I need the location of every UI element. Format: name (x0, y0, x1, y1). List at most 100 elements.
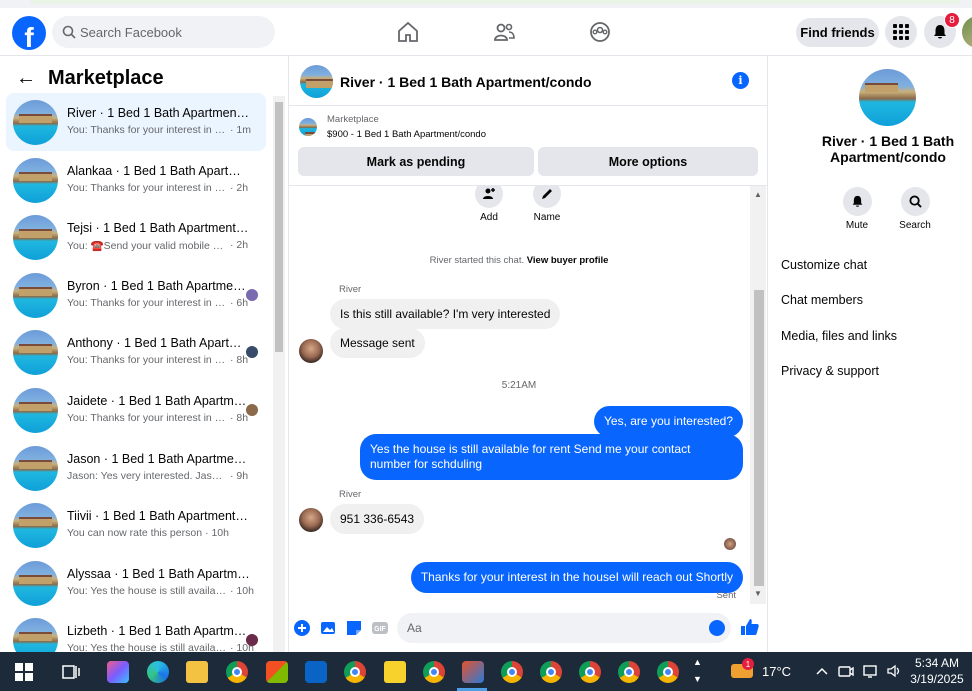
customize-chat-link[interactable]: Customize chat (781, 258, 867, 272)
marketplace-title: Marketplace (48, 66, 164, 89)
conversation-preview: You: Thanks for your interest in the hou… (67, 296, 227, 309)
mark-as-pending-button[interactable]: Mark as pending (298, 147, 534, 176)
file-explorer-icon[interactable] (186, 661, 208, 683)
gif-icon[interactable]: GIF (371, 619, 389, 637)
network-icon[interactable] (862, 663, 878, 679)
chat-title[interactable]: River · 1 Bed 1 Bath Apartment/condo (340, 74, 592, 90)
search-in-chat-action[interactable]: Search (890, 187, 940, 231)
sticky-notes-icon[interactable] (384, 661, 406, 683)
profile-avatar[interactable] (962, 16, 972, 48)
conversation-item[interactable]: River · 1 Bed 1 Bath Apartment/condo You:… (6, 93, 266, 151)
conversation-item[interactable]: Byron · 1 Bed 1 Bath Apartment/condo You:… (6, 266, 266, 324)
chrome-icon[interactable] (618, 661, 640, 683)
conversation-item[interactable]: Lizbeth · 1 Bed 1 Bath Apartment/condo Yo… (6, 611, 266, 652)
scroll-down-icon[interactable]: ▼ (754, 589, 762, 598)
conversation-thumbnail (13, 618, 58, 652)
incoming-message[interactable]: Message sent (330, 328, 425, 358)
temperature-label[interactable]: 17°C (762, 664, 791, 679)
find-friends-button[interactable]: Find friends (796, 18, 879, 47)
thumbs-up-icon[interactable] (740, 617, 760, 637)
conversation-item[interactable]: Alankaa · 1 Bed 1 Bath Apartment/condo Yo… (6, 151, 266, 209)
bell-icon (852, 195, 862, 207)
friends-icon[interactable] (492, 20, 516, 44)
sidebar-scrollbar[interactable] (273, 96, 285, 652)
mute-action[interactable]: Mute (832, 187, 882, 231)
outgoing-message[interactable]: Yes the house is still available for ren… (360, 434, 743, 480)
quick-name-action[interactable]: Name (533, 186, 561, 223)
task-view-icon[interactable] (62, 663, 80, 681)
outgoing-message[interactable]: Yes, are you interested? (594, 406, 743, 437)
thread-scrollbar[interactable]: ▲ ▼ (750, 186, 766, 604)
conversation-name: Tiivii · 1 Bed 1 Bath Apartment/condo (67, 509, 250, 524)
privacy-support-link[interactable]: Privacy & support (781, 364, 879, 378)
taskbar-overflow-chevrons[interactable]: ▲ ▼ (693, 654, 702, 688)
chrome-icon[interactable] (423, 661, 445, 683)
edge-icon[interactable] (147, 661, 169, 683)
conversation-item[interactable]: Alyssaa · 1 Bed 1 Bath Apartment/condo Yo… (6, 554, 266, 612)
menu-button[interactable] (885, 16, 917, 48)
chrome-icon[interactable] (344, 661, 366, 683)
search-icon (62, 25, 76, 39)
sticker-icon[interactable] (345, 619, 363, 637)
media-files-links-link[interactable]: Media, files and links (781, 329, 897, 343)
facebook-logo[interactable]: f (12, 16, 46, 50)
listing-source: Marketplace (327, 114, 379, 125)
details-listing-thumbnail[interactable] (859, 69, 916, 126)
sidebar-scroll-thumb[interactable] (275, 102, 283, 352)
conversation-time: · 10h (230, 584, 254, 597)
conversation-item[interactable]: Anthony · 1 Bed 1 Bath Apartment/condo Yo… (6, 323, 266, 381)
store-icon[interactable] (266, 661, 288, 683)
chat-listing-thumbnail[interactable] (300, 65, 333, 98)
conversation-item[interactable]: Jaidete · 1 Bed 1 Bath Apartment/condo Yo… (6, 381, 266, 439)
incoming-message[interactable]: 951 336-6543 (330, 504, 425, 534)
quick-add-label: Add (480, 212, 498, 223)
scroll-up-icon[interactable]: ▲ (754, 190, 762, 199)
conversation-name: Anthony · 1 Bed 1 Bath Apartment/condo (67, 336, 250, 351)
copilot-icon[interactable] (107, 661, 129, 683)
listing-price[interactable]: $900 - 1 Bed 1 Bath Apartment/condo (327, 129, 486, 140)
volume-icon[interactable] (886, 663, 902, 679)
incoming-message[interactable]: Is this still available? I'm very intere… (330, 299, 561, 329)
conversation-preview-row: You: Thanks for your interest in the hou… (67, 354, 262, 366)
camera-icon[interactable] (838, 663, 854, 679)
info-icon[interactable]: i (732, 72, 749, 89)
listing-thumbnail[interactable] (299, 118, 317, 136)
conversation-preview-row: You: Thanks for your interest in the hou… (67, 124, 262, 136)
thread-scroll-thumb[interactable] (754, 290, 764, 586)
plus-circle-icon[interactable] (293, 619, 311, 637)
windows-start-icon[interactable] (15, 663, 33, 681)
search-input[interactable] (80, 16, 270, 48)
quick-add-action[interactable]: Add (475, 186, 503, 223)
chrome-icon[interactable] (501, 661, 523, 683)
conversation-item[interactable]: Jason · 1 Bed 1 Bath Apartment/condo Jaso… (6, 439, 266, 497)
chrome-icon[interactable] (226, 661, 248, 683)
chevron-up-icon[interactable] (816, 666, 828, 676)
conversation-thumbnail (13, 560, 58, 606)
view-buyer-profile-link[interactable]: View buyer profile (527, 255, 609, 266)
message-input-box[interactable] (397, 613, 731, 643)
logo-letter: f (24, 22, 34, 50)
conversation-time: · 9h (230, 469, 249, 482)
app-icon[interactable] (462, 661, 484, 683)
conversation-item[interactable]: Tiivii · 1 Bed 1 Bath Apartment/condo You… (6, 496, 266, 554)
more-options-button[interactable]: More options (538, 147, 758, 176)
chrome-icon[interactable] (579, 661, 601, 683)
grid-menu-icon (893, 24, 909, 40)
sender-avatar[interactable] (299, 339, 323, 363)
search-box[interactable] (52, 16, 275, 48)
sender-avatar[interactable] (299, 508, 323, 532)
groups-icon[interactable] (588, 20, 612, 44)
chat-members-link[interactable]: Chat members (781, 293, 863, 307)
conversation-item[interactable]: Tejsi · 1 Bed 1 Bath Apartment/condo You:… (6, 208, 266, 266)
message-input[interactable] (407, 613, 697, 643)
back-arrow-icon[interactable]: ← (16, 67, 36, 90)
conversation-list: River · 1 Bed 1 Bath Apartment/condo You:… (6, 93, 266, 652)
chrome-icon[interactable] (540, 661, 562, 683)
photo-icon[interactable] (319, 619, 337, 637)
outgoing-message[interactable]: Thanks for your interest in the houseI w… (410, 562, 743, 593)
home-icon[interactable] (396, 20, 420, 44)
taskbar-clock[interactable]: 5:34 AM 3/19/2025 (908, 655, 966, 687)
chrome-icon[interactable] (657, 661, 679, 683)
emoji-icon[interactable] (709, 620, 725, 636)
outlook-icon[interactable] (305, 661, 327, 683)
